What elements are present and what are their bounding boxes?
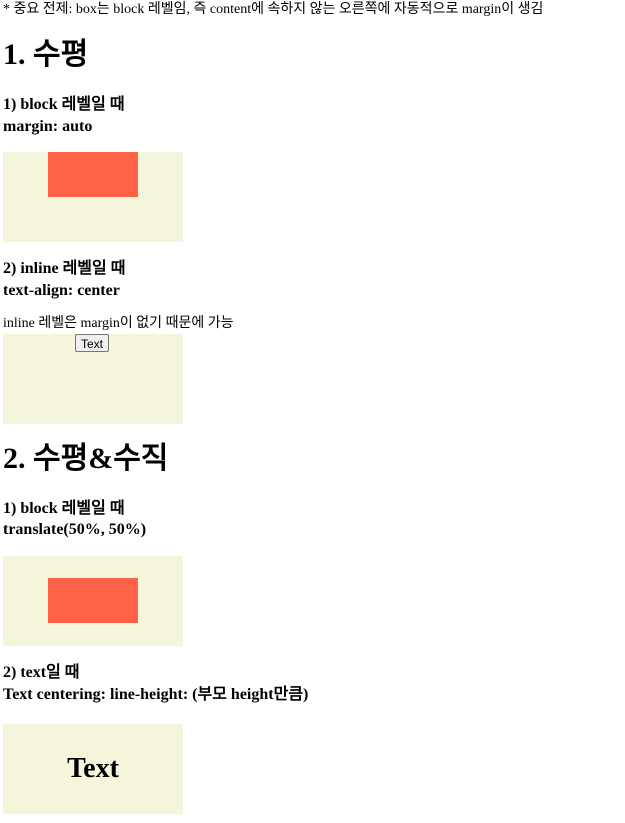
page: * 중요 전제: box는 block 레벨임, 즉 content에 속하지 … [0,0,625,823]
s2-block-property: translate(50%, 50%) [3,521,147,538]
top-note: * 중요 전제: box는 block 레벨임, 즉 content에 속하지 … [3,2,544,17]
text-button[interactable]: Text [75,334,110,352]
section1-title: 1. 수평 [3,38,89,71]
s1-inline-note: inline 레벨은 margin이 없기 때문에 가능 [3,316,234,331]
s2-text-demo-label: Text [67,753,119,784]
s1-inline-demo-container: Text [3,334,183,424]
s1-block-heading: 1) block 레벨일 때 [3,96,125,113]
s2-block-demo-container [3,556,183,646]
s2-block-heading: 1) block 레벨일 때 [3,500,125,517]
s1-inline-property: text-align: center [3,282,120,299]
s1-block-demo-container [3,152,183,242]
s2-text-property: Text centering: line-height: (부모 height만… [3,686,309,703]
section2-title: 2. 수평&수직 [3,442,169,475]
s1-block-property: margin: auto [3,118,93,135]
s2-text-heading: 2) text일 때 [3,664,80,681]
s2-text-demo-container: Text [3,724,183,814]
s1-block-demo-box [48,152,138,197]
s2-block-demo-box [48,578,138,623]
s1-inline-heading: 2) inline 레벨일 때 [3,260,126,277]
